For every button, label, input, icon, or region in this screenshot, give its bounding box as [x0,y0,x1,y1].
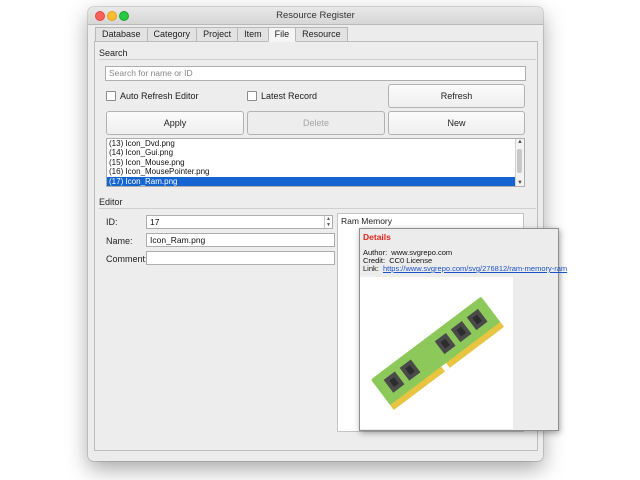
tab-resource[interactable]: Resource [295,27,348,41]
name-field[interactable]: Icon_Ram.png [146,233,335,247]
tab-item[interactable]: Item [237,27,269,41]
details-tooltip: Details Author: www.svgrepo.com Credit: … [359,228,567,431]
latest-record-checkbox[interactable]: Latest Record [247,91,317,101]
list-item[interactable]: (14) Icon_Gui.png [107,148,524,157]
auto-refresh-checkbox[interactable]: Auto Refresh Editor [106,91,199,101]
auto-refresh-label: Auto Refresh Editor [120,91,199,101]
list-item-selected[interactable]: (17) Icon_Ram.png [107,176,524,186]
file-list[interactable]: (13) Icon_Dvd.png (14) Icon_Gui.png (15)… [106,138,525,187]
editor-section-label: Editor [99,197,123,207]
auto-refresh-checkbox-box[interactable] [106,91,116,101]
name-label: Name: [106,236,133,246]
tab-database[interactable]: Database [95,27,148,41]
tab-file[interactable]: File [267,27,297,42]
ram-memory-image [360,277,513,429]
search-group-divider [99,59,536,60]
title-bar: Resource Register [88,7,543,25]
new-button[interactable]: New [388,111,525,135]
search-input[interactable]: Search for name or ID [105,66,526,81]
list-scrollbar[interactable]: ▲ ▼ [515,139,524,186]
list-item[interactable]: (13) Icon_Dvd.png [107,139,524,148]
link-label: Link: [363,264,379,273]
preview-title: Ram Memory [341,216,393,226]
scroll-up-icon[interactable]: ▲ [517,139,523,145]
source-link[interactable]: https://www.svgrepo.com/svg/276812/ram-m… [383,264,567,273]
scroll-down-icon[interactable]: ▼ [517,180,523,186]
id-label: ID: [106,217,118,227]
tab-bar: Database Category Project Item File Reso… [95,27,348,42]
window-title: Resource Register [276,10,355,21]
refresh-button[interactable]: Refresh [388,84,525,108]
comment-label: Comment: [106,254,148,264]
latest-record-checkbox-box[interactable] [247,91,257,101]
apply-button[interactable]: Apply [106,111,244,135]
link-line: Link: https://www.svgrepo.com/svg/276812… [363,264,567,273]
zoom-window-button[interactable] [119,11,129,21]
list-item[interactable]: (16) Icon_MousePointer.png [107,167,524,176]
close-window-button[interactable] [95,11,105,21]
minimize-window-button[interactable] [107,11,117,21]
delete-button[interactable]: Delete [247,111,385,135]
comment-field[interactable] [146,251,335,265]
tab-category[interactable]: Category [146,27,198,41]
latest-record-label: Latest Record [261,91,318,101]
list-item[interactable]: (15) Icon_Mouse.png [107,158,524,167]
id-spinbox[interactable]: 17 ▲ ▼ [146,215,333,229]
editor-group-divider [99,208,536,209]
scroll-thumb[interactable] [517,149,522,173]
tab-project[interactable]: Project [196,27,239,41]
details-heading: Details [363,232,391,242]
id-value: 17 [150,217,160,227]
id-stepper-icon[interactable]: ▲ ▼ [324,216,332,228]
search-section-label: Search [99,48,128,58]
